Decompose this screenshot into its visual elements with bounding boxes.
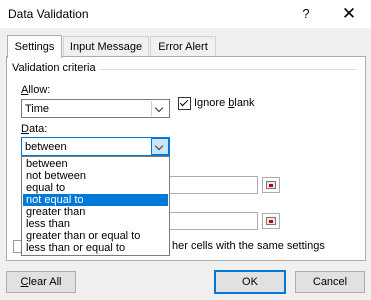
ignore-blank-label: Ignore blank [194,97,255,109]
allow-label: Allow: [21,84,50,96]
list-item[interactable]: greater than or equal to [23,230,168,242]
tab-settings[interactable]: Settings [7,35,62,58]
cancel-button[interactable]: Cancel [295,271,365,293]
data-select[interactable]: between [21,137,170,156]
chevron-down-icon[interactable] [151,101,168,116]
ignore-blank-text-post: lank [234,97,255,109]
list-item[interactable]: less than or equal to [23,242,168,254]
list-item[interactable]: less than [23,218,168,230]
range-select-icon-mark [269,184,273,187]
collapse-dialog-button[interactable] [262,213,280,229]
list-item[interactable]: between [23,158,168,170]
ignore-blank-text-pre: Ignore [194,97,229,109]
collapse-dialog-button[interactable] [262,177,280,193]
data-label-text: ata: [28,123,48,135]
clear-all-button[interactable]: Clear All [6,271,76,293]
ignore-blank-checkbox[interactable] [178,97,191,110]
list-item[interactable]: greater than [23,206,168,218]
list-item-selected[interactable]: not equal to [23,194,168,206]
validation-criteria-title: Validation criteria [12,62,99,74]
tab-error-alert[interactable]: Error Alert [150,36,216,57]
list-item[interactable]: not between [23,170,168,182]
allow-select[interactable]: Time [21,99,170,118]
window-title: Data Validation [8,7,89,21]
close-button[interactable]: ✕ [338,4,360,24]
tab-input-message[interactable]: Input Message [63,36,149,57]
data-label: Data: [21,123,47,135]
data-hotkey: D [21,123,29,135]
data-dropdown-list[interactable]: between not between equal to not equal t… [21,156,170,256]
ok-button[interactable]: OK [214,270,286,294]
help-button[interactable]: ? [296,4,316,24]
clear-all-label: lear All [28,276,62,288]
list-item[interactable]: equal to [23,182,168,194]
allow-label-text: llow: [28,84,51,96]
allow-value: Time [25,103,50,115]
data-value: between [25,141,67,153]
range-select-icon-mark [269,220,273,223]
chevron-down-icon[interactable] [151,138,169,155]
apply-to-all-label: her cells with the same settings [172,240,325,252]
